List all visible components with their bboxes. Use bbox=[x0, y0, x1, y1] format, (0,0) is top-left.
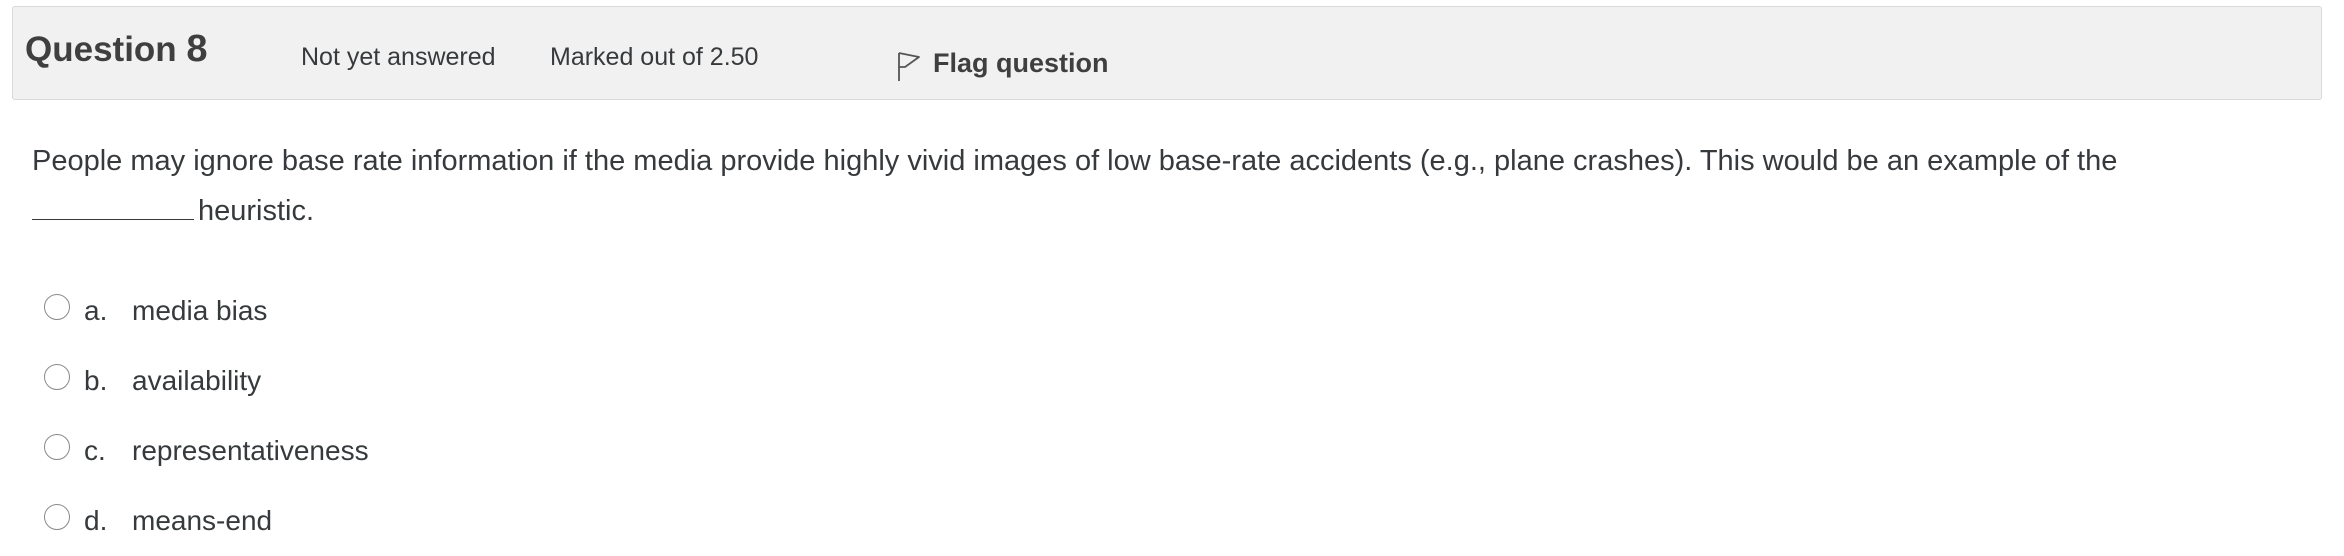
flag-question-button[interactable]: Flag question bbox=[895, 41, 1109, 85]
answer-label[interactable]: media bias bbox=[132, 295, 267, 327]
answer-letter: c. bbox=[84, 435, 106, 466]
answer-option-a[interactable]: a. media bias bbox=[44, 276, 369, 346]
flag-outline-icon bbox=[898, 52, 920, 81]
answer-label[interactable]: availability bbox=[132, 365, 261, 397]
question-number-heading: Question 8 bbox=[25, 28, 208, 71]
answer-option-c[interactable]: c. representativeness bbox=[44, 416, 369, 486]
radio-button-a[interactable] bbox=[44, 294, 70, 320]
flag-question-label: Flag question bbox=[933, 47, 1109, 78]
answer-letter: d. bbox=[84, 505, 108, 536]
answer-label[interactable]: representativeness bbox=[132, 435, 369, 467]
answer-letter: a. bbox=[84, 295, 108, 326]
question-state: Not yet answered bbox=[301, 43, 496, 71]
answer-label[interactable]: means-end bbox=[132, 505, 272, 537]
answer-option-b[interactable]: b. availability bbox=[44, 346, 369, 416]
question-number: 8 bbox=[186, 28, 208, 70]
answer-options: a. media bias b. availability c. represe… bbox=[44, 276, 369, 556]
question-text-before-blank: People may ignore base rate information … bbox=[32, 145, 2118, 177]
radio-button-b[interactable] bbox=[44, 364, 70, 390]
answer-blank-line bbox=[32, 189, 194, 220]
radio-button-d[interactable] bbox=[44, 504, 70, 530]
answer-option-d[interactable]: d. means-end bbox=[44, 486, 369, 556]
question-text-after-blank: heuristic. bbox=[198, 195, 315, 227]
question-word: Question bbox=[25, 30, 177, 69]
answer-letter: b. bbox=[84, 365, 108, 396]
radio-button-c[interactable] bbox=[44, 434, 70, 460]
question-text: People may ignore base rate information … bbox=[32, 136, 2292, 236]
question-grade: Marked out of 2.50 bbox=[550, 43, 759, 71]
question-info-panel: Question 8 Not yet answered Marked out o… bbox=[12, 6, 2322, 100]
